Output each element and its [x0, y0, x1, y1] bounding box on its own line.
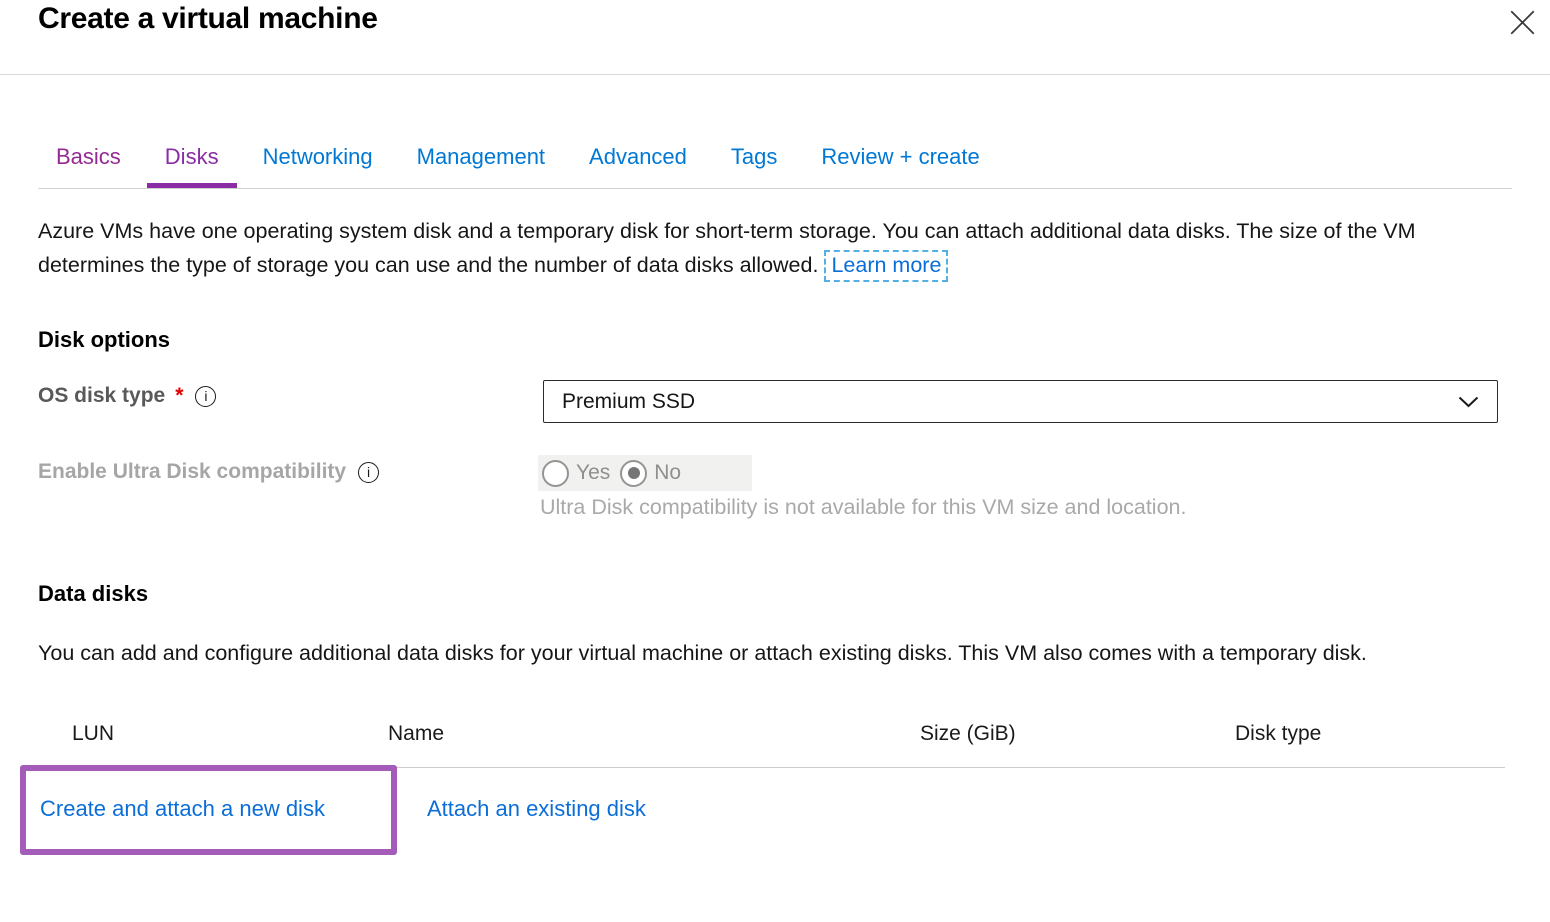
tab-disks[interactable]: Disks [147, 128, 237, 188]
tab-management[interactable]: Management [399, 128, 563, 188]
data-disks-description: You can add and configure additional dat… [38, 636, 1470, 671]
tab-advanced[interactable]: Advanced [571, 128, 705, 188]
tab-basics[interactable]: Basics [38, 128, 139, 188]
column-header-lun: LUN [72, 722, 114, 746]
radio-label-no: No [654, 461, 681, 485]
os-disk-type-label-text: OS disk type [38, 384, 165, 408]
intro-body: Azure VMs have one operating system disk… [38, 219, 1416, 277]
radio-icon-no [620, 460, 647, 487]
create-and-attach-new-disk-link[interactable]: Create and attach a new disk [40, 796, 325, 822]
column-header-name: Name [388, 722, 444, 746]
column-header-size: Size (GiB) [920, 722, 1016, 746]
tab-review-create[interactable]: Review + create [803, 128, 997, 188]
ultra-disk-label-text: Enable Ultra Disk compatibility [38, 460, 346, 484]
os-disk-type-label: OS disk type * i [38, 384, 216, 408]
os-disk-type-value: Premium SSD [562, 390, 1458, 414]
required-marker: * [175, 384, 183, 408]
create-vm-dialog: Create a virtual machine Basics Disks Ne… [0, 0, 1550, 922]
data-disks-heading: Data disks [38, 581, 148, 607]
learn-more-link[interactable]: Learn more [824, 250, 948, 282]
radio-label-yes: Yes [576, 461, 610, 485]
wizard-tabs: Basics Disks Networking Management Advan… [38, 128, 1512, 189]
attach-existing-disk-link[interactable]: Attach an existing disk [427, 796, 646, 822]
ultra-disk-label: Enable Ultra Disk compatibility i [38, 460, 379, 484]
os-disk-type-dropdown[interactable]: Premium SSD [543, 380, 1498, 423]
tab-networking[interactable]: Networking [245, 128, 391, 188]
info-icon[interactable]: i [195, 386, 216, 407]
column-header-disk-type: Disk type [1235, 722, 1321, 746]
ultra-disk-helper-text: Ultra Disk compatibility is not availabl… [540, 495, 1186, 520]
intro-text: Azure VMs have one operating system disk… [38, 214, 1498, 282]
page-title: Create a virtual machine [38, 2, 378, 36]
radio-icon-yes [542, 460, 569, 487]
header-divider [0, 74, 1550, 75]
radio-option-yes[interactable]: Yes [542, 460, 610, 487]
tab-tags[interactable]: Tags [713, 128, 795, 188]
ultra-disk-radio-group: Yes No [538, 455, 752, 491]
disk-options-heading: Disk options [38, 327, 170, 353]
chevron-down-icon [1458, 396, 1479, 408]
radio-option-no[interactable]: No [620, 460, 681, 487]
info-icon[interactable]: i [358, 462, 379, 483]
close-icon [1509, 9, 1536, 39]
close-button[interactable] [1502, 4, 1542, 44]
table-header-divider [38, 767, 1505, 768]
